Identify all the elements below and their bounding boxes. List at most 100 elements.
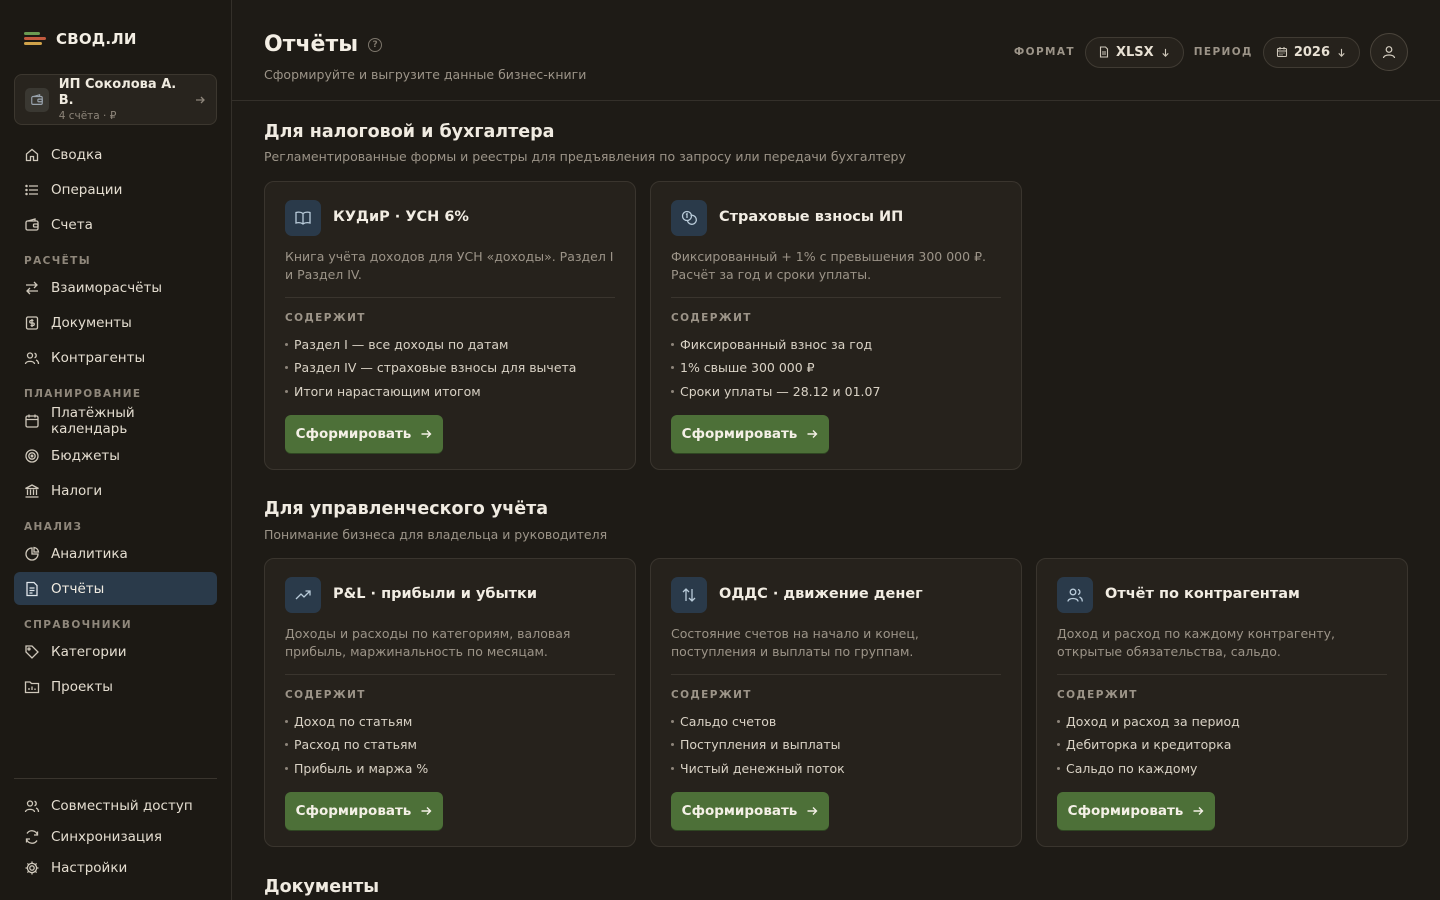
sidebar-item-calendar[interactable]: Платёжный календарь <box>14 404 217 437</box>
report-card-counterparties: Отчёт по контрагентам Доход и расход по … <box>1036 558 1408 847</box>
card-divider <box>285 674 615 675</box>
sidebar-item-label: Счета <box>51 216 93 233</box>
format-label: ФОРМАТ <box>1013 46 1075 58</box>
card-contains-label: СОДЕРЖИТ <box>1057 689 1138 701</box>
nav-section-plan: ПЛАНИРОВАНИЕ <box>24 388 142 400</box>
section-mgmt-subtitle: Понимание бизнеса для владельца и руково… <box>264 527 608 542</box>
generate-button[interactable]: Сформировать <box>1057 792 1215 830</box>
card-title: P&L · прибыли и убытки <box>333 586 538 602</box>
sidebar-item-counterparties[interactable]: Контрагенты <box>14 341 217 374</box>
sidebar-item-accounts[interactable]: Счета <box>14 208 217 241</box>
list-item: Раздел IV — страховые взносы для вычета <box>285 356 576 379</box>
card-divider <box>671 297 1001 298</box>
app-logo[interactable]: СВОД.ЛИ <box>24 30 137 48</box>
period-value: 2026 <box>1293 44 1330 60</box>
sidebar-item-operations[interactable]: Операции <box>14 173 217 206</box>
nav-section-refs: СПРАВОЧНИКИ <box>24 619 133 631</box>
help-icon[interactable]: ? <box>368 37 383 52</box>
arrow-down-icon <box>1338 48 1345 57</box>
sidebar-item-label: Совместный доступ <box>51 797 193 814</box>
sidebar-item-label: Синхронизация <box>51 828 162 845</box>
sidebar-item-documents[interactable]: Документы <box>14 306 217 339</box>
page-subtitle: Сформируйте и выгрузите данные бизнес-кн… <box>264 67 587 82</box>
card-contents-list: Доход по статьям Расход по статьям Прибы… <box>285 710 428 780</box>
report-card-insurance: Страховые взносы ИП Фиксированный + 1% с… <box>650 181 1022 470</box>
list-icon <box>25 184 38 195</box>
list-item: Итоги нарастающим итогом <box>285 380 576 403</box>
sync-icon <box>25 829 39 844</box>
list-item: Фиксированный взнос за год <box>671 333 880 356</box>
dollar-document-icon <box>25 315 39 330</box>
book-icon <box>285 200 321 236</box>
list-item: Чистый денежный поток <box>671 757 845 780</box>
sidebar-item-analytics[interactable]: Аналитика <box>14 537 217 570</box>
sidebar-item-label: Платёжный календарь <box>51 404 135 437</box>
sidebar-item-label: Отчёты <box>51 580 105 597</box>
sidebar-item-label: Операции <box>51 181 123 198</box>
sidebar-item-label: Настройки <box>51 859 128 876</box>
sidebar-item-sync[interactable]: Синхронизация <box>14 822 217 851</box>
report-card-pl: P&L · прибыли и убытки Доходы и расходы … <box>264 558 636 847</box>
account-name: ИП Соколова А. В. <box>58 76 177 108</box>
card-title: КУДиР · УСН 6% <box>333 209 469 225</box>
sidebar-item-settlements[interactable]: Взаиморасчёты <box>14 271 217 304</box>
section-mgmt-title: Для управленческого учёта <box>264 499 549 519</box>
sidebar-item-sharing[interactable]: Совместный доступ <box>14 791 217 820</box>
swap-icon <box>26 281 38 294</box>
sidebar-item-budgets[interactable]: Бюджеты <box>14 439 217 472</box>
generate-button[interactable]: Сформировать <box>285 415 443 453</box>
card-contains-label: СОДЕРЖИТ <box>671 689 752 701</box>
folder-chart-icon <box>24 680 40 693</box>
arrow-right-icon <box>421 807 432 815</box>
users-icon <box>24 799 40 812</box>
sidebar-item-label: Бюджеты <box>51 447 120 464</box>
card-description: Фиксированный + 1% с превышения 300 000 … <box>671 249 986 282</box>
page-title: Отчёты ? <box>264 32 383 57</box>
list-item: Прибыль и маржа % <box>285 757 428 780</box>
sidebar-item-projects[interactable]: Проекты <box>14 670 217 703</box>
arrow-down-icon <box>1162 48 1169 57</box>
up-down-arrows-icon <box>671 577 707 613</box>
section-tax-subtitle: Регламентированные формы и реестры для п… <box>264 149 906 164</box>
generate-button-label: Сформировать <box>295 426 412 442</box>
sidebar-item-categories[interactable]: Категории <box>14 635 217 668</box>
sidebar-item-label: Контрагенты <box>51 349 146 366</box>
format-value: XLSX <box>1115 44 1154 60</box>
period-select[interactable]: 2026 <box>1262 36 1360 68</box>
generate-button-label: Сформировать <box>681 426 798 442</box>
card-description: Книга учёта доходов для УСН «доходы». Ра… <box>285 249 614 282</box>
list-item: Раздел I — все доходы по датам <box>285 333 576 356</box>
sidebar-footer: Совместный доступ Синхронизация Настройк… <box>14 778 217 884</box>
generate-button-label: Сформировать <box>295 803 412 819</box>
sidebar-item-label: Сводка <box>51 146 103 163</box>
sidebar-item-label: Категории <box>51 643 127 660</box>
document-icon <box>26 581 38 596</box>
avatar[interactable] <box>1370 33 1408 71</box>
account-switcher[interactable]: ИП Соколова А. В. 4 счёта · ₽ <box>14 74 217 125</box>
generate-button[interactable]: Сформировать <box>671 415 829 453</box>
arrow-right-icon <box>807 807 818 815</box>
gear-icon <box>25 861 39 874</box>
sidebar-item-taxes[interactable]: Налоги <box>14 474 217 507</box>
arrow-right-icon <box>1193 807 1204 815</box>
sidebar-item-settings[interactable]: Настройки <box>14 853 217 882</box>
format-select[interactable]: XLSX <box>1084 36 1184 68</box>
generate-button-label: Сформировать <box>681 803 798 819</box>
generate-button[interactable]: Сформировать <box>671 792 829 830</box>
list-item: Сальдо по каждому <box>1057 757 1240 780</box>
sidebar-item-summary[interactable]: Сводка <box>14 138 217 171</box>
account-sub: 4 счёта · ₽ <box>58 109 117 122</box>
card-contains-label: СОДЕРЖИТ <box>285 312 366 324</box>
calendar-icon <box>1276 47 1287 58</box>
generate-button[interactable]: Сформировать <box>285 792 443 830</box>
generate-button-label: Сформировать <box>1067 803 1184 819</box>
card-contains-label: СОДЕРЖИТ <box>671 312 752 324</box>
sidebar-item-reports[interactable]: Отчёты <box>14 572 217 605</box>
list-item: 1% свыше 300 000 ₽ <box>671 356 880 379</box>
users-icon <box>24 351 40 364</box>
card-description: Доходы и расходы по категориям, валовая … <box>285 626 571 659</box>
card-description: Состояние счетов на начало и конец, пост… <box>671 626 919 659</box>
card-contents-list: Сальдо счетов Поступления и выплаты Чист… <box>671 710 845 780</box>
card-title: Страховые взносы ИП <box>719 209 904 225</box>
header-controls: ФОРМАТ XLSX ПЕРИОД 2026 <box>1014 33 1408 71</box>
